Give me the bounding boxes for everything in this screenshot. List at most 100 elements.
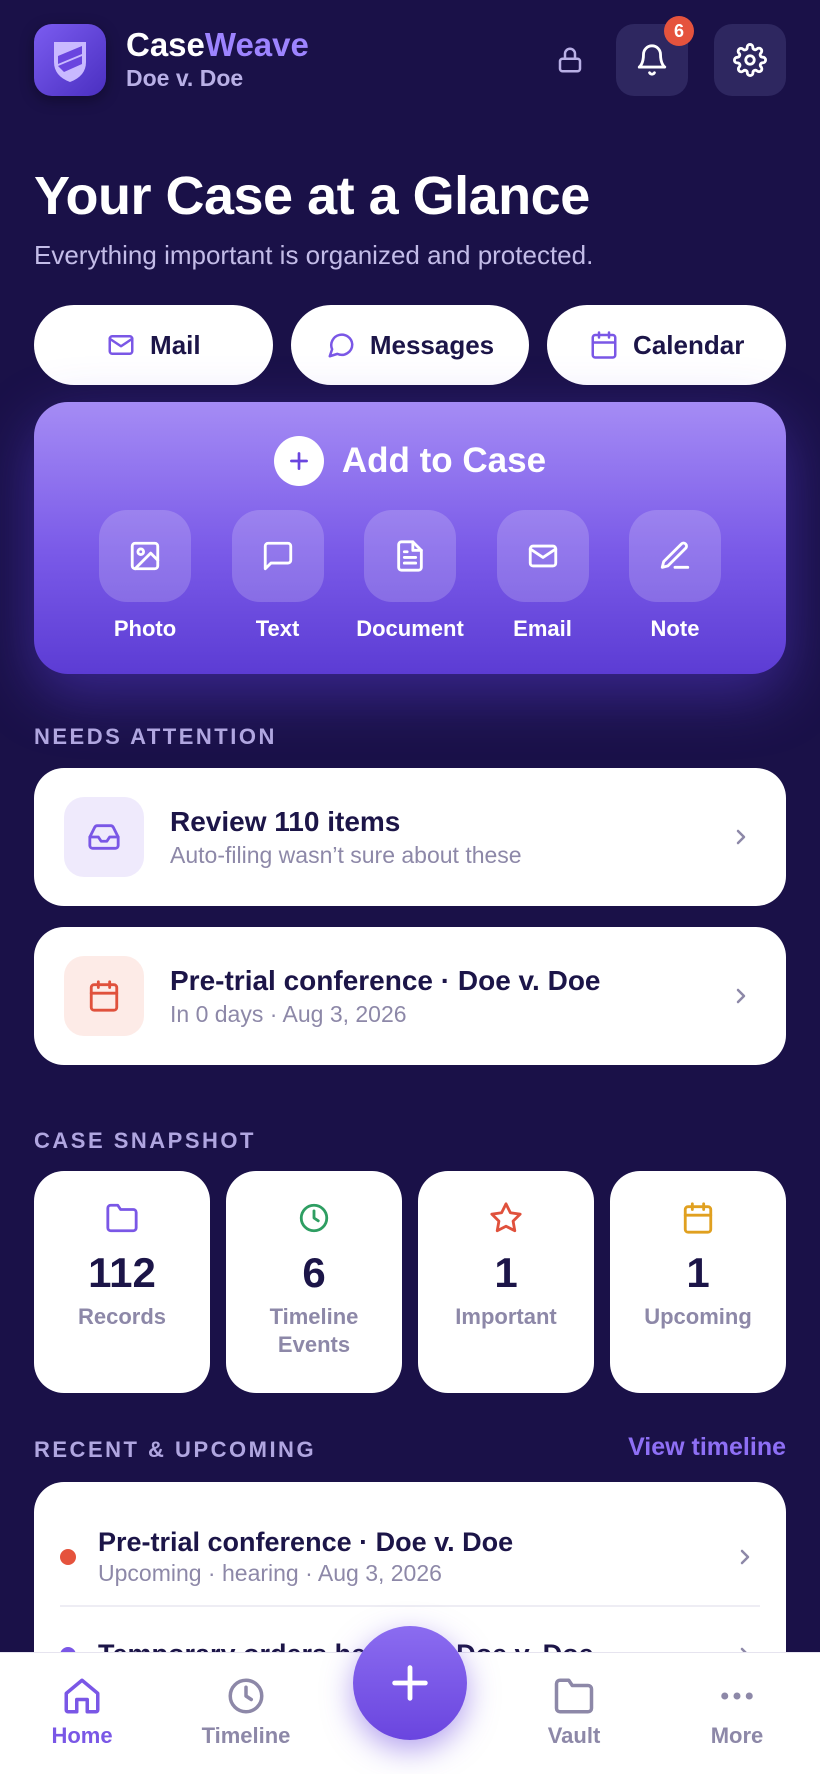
add-fab-button[interactable] (353, 1626, 467, 1740)
add-note-label: Note (650, 616, 700, 641)
messages-button[interactable]: Messages (290, 305, 530, 385)
add-to-case-options: Photo Text Document Email Note (90, 510, 730, 642)
timeline-events-stat-card[interactable]: 6 Timeline Events (226, 1171, 402, 1393)
add-photo-label: Photo (113, 616, 177, 641)
chat-bubble-icon (328, 333, 354, 358)
chevron-right-icon (730, 1542, 760, 1572)
review-items-text: Review 110 items Auto-filing wasn’t sure… (170, 806, 726, 869)
records-count: 112 (88, 1249, 156, 1296)
add-document-label: Document (356, 616, 464, 641)
nav-home-label: Home (51, 1723, 113, 1748)
chevron-right-icon (726, 822, 756, 852)
add-to-case-card: Add to Case Photo Text Document Email No… (34, 402, 786, 674)
pretrial-conference-text: Pre-trial conference · Doe v. Doe In 0 d… (170, 965, 726, 1028)
needs-attention-heading: NEEDS ATTENTION (34, 724, 277, 749)
caseweave-logo (34, 24, 106, 96)
case-snapshot-heading: CASE SNAPSHOT (34, 1128, 256, 1153)
important-label: Important (455, 1304, 557, 1329)
list-item[interactable]: Pre-trial conference · Doe v. Doe Upcomi… (60, 1512, 760, 1602)
view-timeline-link[interactable]: View timeline (628, 1433, 786, 1462)
document-icon (364, 510, 456, 602)
timeline-events-label: Timeline Events (269, 1304, 359, 1357)
recent-upcoming-heading: RECENT & UPCOMING (34, 1437, 317, 1462)
nav-more-label: More (710, 1723, 764, 1748)
messages-button-label: Messages (369, 329, 495, 360)
nav-timeline-label: Timeline (201, 1723, 291, 1748)
add-to-case-title: Add to Case (341, 441, 547, 480)
page-subtitle: Everything important is organized and pr… (34, 240, 594, 270)
upcoming-label: Upcoming (644, 1304, 752, 1329)
plus-icon (392, 1665, 428, 1701)
add-text-label: Text (255, 616, 300, 641)
lock-icon (558, 47, 582, 73)
app-name-part1: Case (126, 26, 205, 64)
app-name: CaseWeave (126, 26, 309, 64)
bell-icon (637, 44, 667, 76)
star-icon (490, 1202, 522, 1233)
image-icon (99, 510, 191, 602)
divider (60, 1605, 760, 1607)
calendar-button[interactable]: Calendar (547, 305, 787, 385)
review-items-title: Review 110 items (170, 805, 401, 837)
upcoming-stat-card[interactable]: 1 Upcoming (610, 1171, 786, 1393)
chevron-right-icon (726, 981, 756, 1011)
lock-button[interactable] (550, 40, 590, 80)
quick-actions: Mail Messages Calendar (34, 305, 787, 385)
pretrial-conference-title: Pre-trial conference · Doe v. Doe (170, 964, 601, 996)
header-actions: 6 (550, 16, 786, 96)
notification-badge: 6 (664, 16, 694, 46)
calendar-icon (64, 956, 144, 1036)
list-item-title: Pre-trial conference · Doe v. Doe (98, 1527, 514, 1557)
nav-home[interactable]: Home (27, 1675, 137, 1749)
app-header: CaseWeave Doe v. Doe 6 (34, 16, 786, 96)
calendar-icon (591, 331, 617, 359)
inbox-icon (64, 797, 144, 877)
important-stat-card[interactable]: 1 Important (418, 1171, 594, 1393)
status-dot (60, 1549, 76, 1565)
plus-circle-icon (273, 436, 324, 486)
add-email-label: Email (513, 616, 572, 641)
important-count: 1 (494, 1249, 518, 1296)
settings-button[interactable] (714, 24, 786, 96)
message-square-icon (231, 510, 324, 602)
review-items-card[interactable]: Review 110 items Auto-filing wasn’t sure… (34, 768, 786, 906)
list-item-subtitle: Upcoming · hearing · Aug 3, 2026 (98, 1560, 442, 1586)
nav-timeline[interactable]: Timeline (191, 1675, 301, 1749)
app-root: CaseWeave Doe v. Doe 6 Your Case at a Gl… (0, 0, 820, 1774)
more-dots-icon (721, 1692, 753, 1700)
home-icon (64, 1678, 100, 1714)
pen-icon (629, 510, 721, 602)
nav-more[interactable]: More (682, 1675, 792, 1749)
add-document-button[interactable]: Document (355, 510, 465, 642)
clock-icon (299, 1203, 329, 1233)
timeline-events-count: 6 (302, 1249, 326, 1296)
list-item-text: Pre-trial conference · Doe v. Doe Upcomi… (98, 1527, 730, 1587)
add-email-button[interactable]: Email (488, 510, 598, 642)
app-name-part2: Weave (204, 26, 309, 64)
case-name: Doe v. Doe (126, 64, 244, 91)
gear-icon (733, 43, 767, 77)
calendar-icon (683, 1202, 713, 1234)
calendar-button-label: Calendar (633, 329, 745, 360)
add-photo-button[interactable]: Photo (90, 510, 200, 642)
pretrial-conference-subtitle: In 0 days · Aug 3, 2026 (170, 1000, 407, 1027)
mail-icon (496, 510, 589, 602)
nav-vault[interactable]: Vault (519, 1675, 629, 1749)
mail-button[interactable]: Mail (34, 305, 273, 385)
add-note-button[interactable]: Note (620, 510, 730, 642)
add-text-button[interactable]: Text (223, 510, 333, 642)
review-items-subtitle: Auto-filing wasn’t sure about these (170, 841, 522, 868)
records-stat-card[interactable]: 112 Records (34, 1171, 210, 1393)
add-to-case-header[interactable]: Add to Case (34, 436, 786, 486)
pretrial-conference-card[interactable]: Pre-trial conference · Doe v. Doe In 0 d… (34, 927, 786, 1065)
brand-block: CaseWeave Doe v. Doe (126, 26, 309, 92)
mail-icon (108, 335, 134, 355)
folder-icon (106, 1203, 138, 1233)
page-title: Your Case at a Glance (34, 166, 590, 226)
upcoming-count: 1 (686, 1249, 710, 1296)
notifications-button[interactable]: 6 (616, 16, 694, 96)
records-label: Records (77, 1304, 167, 1329)
clock-icon (228, 1678, 264, 1714)
case-snapshot: 112 Records 6 Timeline Events 1 Importan… (34, 1171, 786, 1393)
mail-button-label: Mail (150, 329, 201, 360)
